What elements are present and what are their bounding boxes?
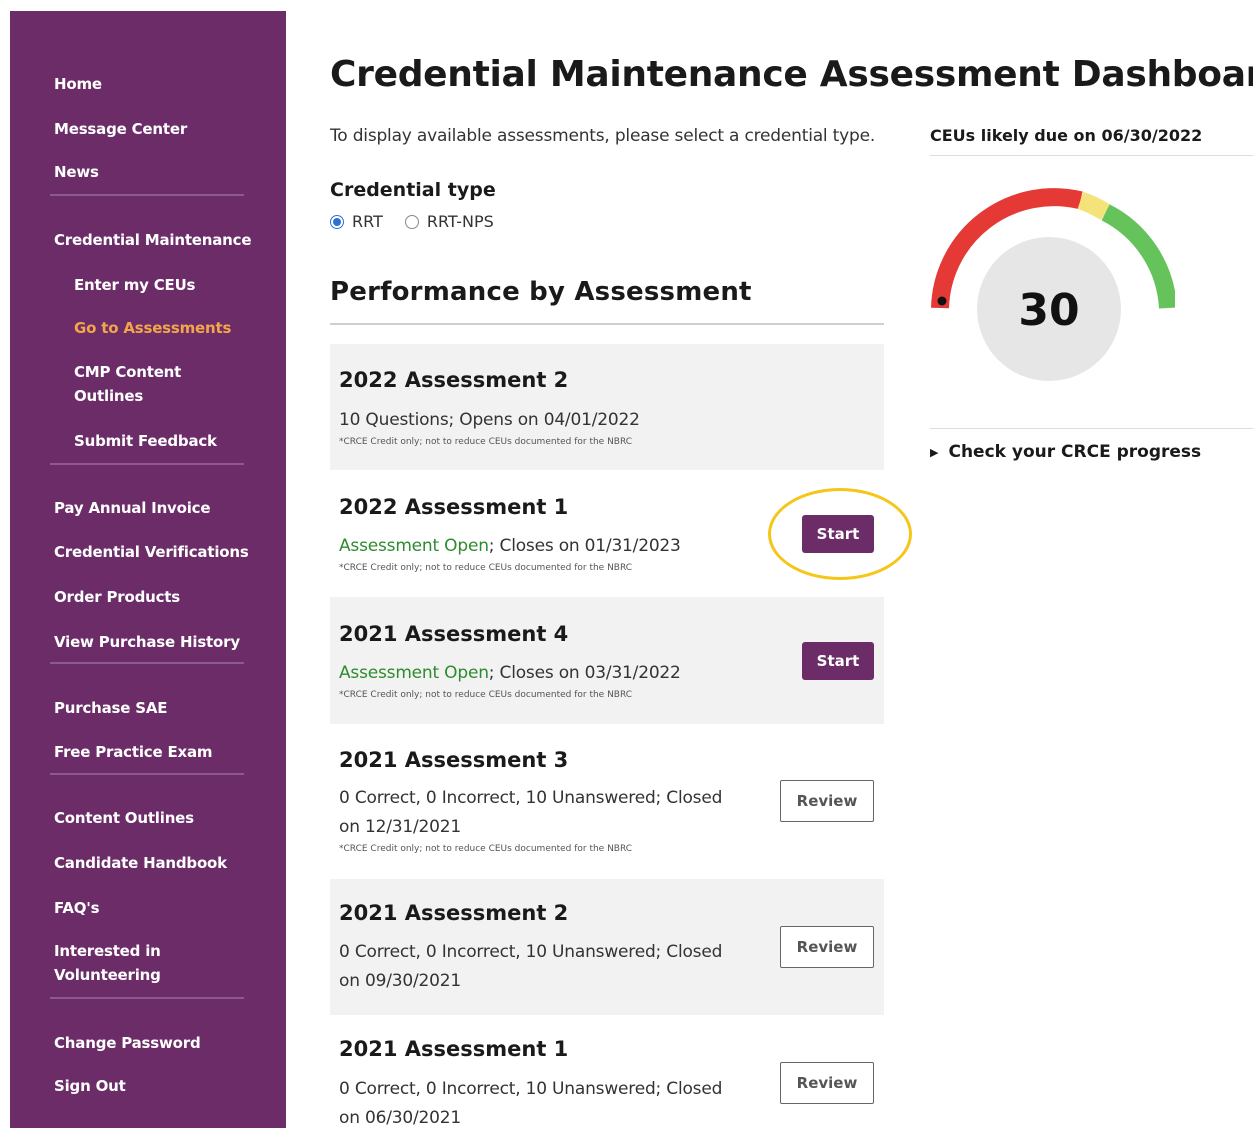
assessment-note: *CRCE Credit only; not to reduce CEUs do…	[339, 563, 633, 573]
crce-progress-label: Check your CRCE progress	[948, 442, 1202, 462]
assessment-result: 0 Correct, 0 Incorrect, 10 Unanswered; C…	[339, 942, 723, 962]
nav-content-outlines[interactable]: Content Outlines	[54, 806, 194, 830]
review-button[interactable]: Review	[780, 1062, 874, 1104]
assessment-title: 2022 Assessment 2	[339, 368, 569, 392]
review-button[interactable]: Review	[780, 780, 874, 822]
instruction-text: To display available assessments, please…	[330, 126, 876, 146]
gauge-needle-dot	[937, 296, 947, 306]
page-title: Credential Maintenance Assessment Dashbo…	[330, 54, 1253, 95]
nav-candidate-handbook[interactable]: Candidate Handbook	[54, 851, 227, 875]
nav-message-center[interactable]: Message Center	[54, 117, 187, 141]
section-divider	[330, 323, 884, 325]
nav-change-password[interactable]: Change Password	[54, 1031, 201, 1055]
nav-pay-annual-invoice[interactable]: Pay Annual Invoice	[54, 496, 211, 520]
assessment-title: 2021 Assessment 2	[339, 901, 569, 925]
assessment-result: 0 Correct, 0 Incorrect, 10 Unanswered; C…	[339, 1079, 723, 1099]
assessment-close-date: on 06/30/2021	[339, 1108, 461, 1128]
nav-divider	[50, 997, 244, 999]
assessment-title: 2021 Assessment 1	[339, 1037, 569, 1061]
assessment-status: Assessment Open; Closes on 01/31/2023	[339, 532, 681, 561]
assessment-note: *CRCE Credit only; not to reduce CEUs do…	[339, 844, 633, 854]
highlight-annotation	[768, 488, 912, 580]
nav-credential-verifications[interactable]: Credential Verifications	[54, 540, 249, 564]
assessment-card: 2022 Assessment 2 10 Questions; Opens on…	[330, 344, 884, 470]
assessment-note: *CRCE Credit only; not to reduce CEUs do…	[339, 690, 633, 700]
nav-enter-my-ceus[interactable]: Enter my CEUs	[74, 273, 195, 297]
nav-cmp-content-outlines[interactable]: CMP Content	[74, 360, 181, 384]
nav-divider	[50, 463, 244, 465]
nav-faqs[interactable]: FAQ's	[54, 896, 100, 920]
nav-news[interactable]: News	[54, 160, 99, 184]
gauge-value: 30	[1018, 285, 1079, 336]
assessment-close-date: ; Closes on 03/31/2022	[488, 663, 681, 683]
nav-credential-maintenance[interactable]: Credential Maintenance	[54, 228, 252, 252]
radio-rrt-nps-label[interactable]: RRT-NPS	[427, 212, 494, 231]
nav-home[interactable]: Home	[54, 72, 102, 96]
nav-divider	[50, 194, 244, 196]
assessment-card: 2021 Assessment 4 Assessment Open; Close…	[330, 597, 884, 724]
nav-order-products[interactable]: Order Products	[54, 585, 180, 609]
nav-purchase-sae[interactable]: Purchase SAE	[54, 696, 168, 720]
ceu-due-label: CEUs likely due on 06/30/2022	[930, 126, 1203, 145]
performance-heading: Performance by Assessment	[330, 277, 752, 307]
assessment-close-date: on 12/31/2021	[339, 817, 461, 837]
crce-progress-toggle[interactable]: ▶ Check your CRCE progress	[930, 442, 1201, 462]
radio-rrt-label[interactable]: RRT	[352, 212, 383, 231]
radio-rrt-nps[interactable]	[404, 214, 419, 229]
nav-interested-in-volunteering[interactable]: Interested in	[54, 939, 161, 963]
assessment-result: 0 Correct, 0 Incorrect, 10 Unanswered; C…	[339, 788, 723, 808]
nav-go-to-assessments[interactable]: Go to Assessments	[74, 316, 231, 340]
nav-submit-feedback[interactable]: Submit Feedback	[74, 429, 217, 453]
nav-view-purchase-history[interactable]: View Purchase History	[54, 630, 240, 654]
nav-free-practice-exam[interactable]: Free Practice Exam	[54, 740, 213, 764]
nav-interested-in-volunteering-line2[interactable]: Volunteering	[54, 963, 161, 987]
assessment-status: Assessment Open; Closes on 03/31/2022	[339, 659, 681, 688]
radio-rrt[interactable]	[330, 214, 344, 229]
credential-type-radio-group: RRT RRT-NPS	[330, 212, 516, 231]
assessment-title: 2021 Assessment 3	[339, 748, 569, 772]
nav-sign-out[interactable]: Sign Out	[54, 1074, 126, 1098]
disclosure-triangle-icon: ▶	[930, 445, 939, 459]
ceu-gauge: 30	[925, 180, 1177, 390]
divider	[930, 428, 1253, 429]
assessment-close-date: on 09/30/2021	[339, 971, 461, 991]
assessment-status: 10 Questions; Opens on 04/01/2022	[339, 410, 640, 430]
nav-divider	[50, 773, 244, 775]
assessment-note: *CRCE Credit only; not to reduce CEUs do…	[339, 437, 633, 447]
nav-divider	[50, 662, 244, 664]
assessment-title: 2022 Assessment 1	[339, 495, 569, 519]
nav-cmp-content-outlines-line2[interactable]: Outlines	[74, 384, 143, 408]
start-button[interactable]: Start	[802, 642, 874, 680]
credential-type-label: Credential type	[330, 179, 496, 201]
review-button[interactable]: Review	[780, 926, 874, 968]
assessment-open-label: Assessment Open	[339, 663, 489, 683]
sidebar-nav: Home Message Center News Credential Main…	[10, 11, 286, 1128]
gauge-yellow-arc	[1077, 191, 1111, 221]
assessment-open-label: Assessment Open	[339, 536, 489, 556]
assessment-title: 2021 Assessment 4	[339, 622, 569, 646]
divider	[930, 155, 1253, 156]
assessment-close-date: ; Closes on 01/31/2023	[488, 536, 681, 556]
gauge-svg: 30	[931, 188, 1177, 381]
